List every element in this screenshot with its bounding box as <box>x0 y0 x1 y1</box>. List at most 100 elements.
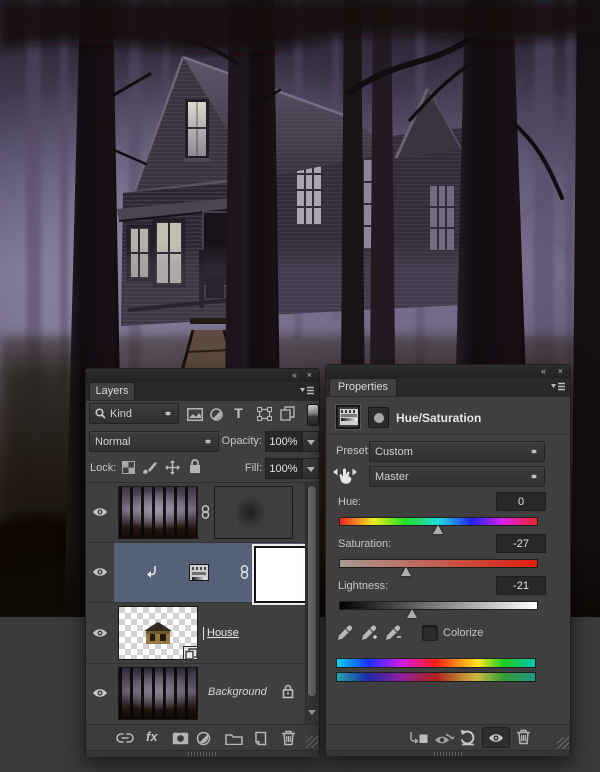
layer-row-house[interactable]: House <box>86 603 305 664</box>
lock-transparency-icon[interactable] <box>122 461 135 474</box>
photoshop-workspace: « × Layers Kind T Normal Opacity: 100% L… <box>0 0 600 772</box>
lightness-slider-track[interactable] <box>339 601 538 610</box>
collapse-panel-icon[interactable]: « <box>541 366 546 377</box>
filter-shape-layers-icon[interactable] <box>257 407 272 421</box>
opacity-dropdown-arrow[interactable] <box>302 431 319 452</box>
visibility-button-pressed[interactable] <box>482 727 510 748</box>
visibility-eye-icon[interactable] <box>92 627 108 639</box>
fill-input[interactable]: 100% <box>265 458 302 479</box>
search-icon <box>95 408 106 419</box>
layer-style-fx-icon[interactable]: fx <box>146 729 158 744</box>
filter-pixel-layers-icon[interactable] <box>187 408 203 421</box>
layers-panel-titlebar[interactable]: « × <box>86 369 319 382</box>
opacity-input[interactable]: 100% <box>265 431 302 452</box>
saturation-value: -27 <box>513 537 529 550</box>
lightness-value: -21 <box>513 579 529 592</box>
layer-row-adjustment-mask[interactable] <box>86 483 305 543</box>
clip-to-layer-icon[interactable] <box>408 731 428 746</box>
colorize-checkbox[interactable] <box>422 625 438 641</box>
layer-name-background[interactable]: Background <box>208 686 267 698</box>
scrollbar-thumb[interactable] <box>307 485 317 697</box>
saturation-slider-marker[interactable] <box>401 562 411 576</box>
hue-saturation-adjustment-thumbnail[interactable] <box>189 564 209 581</box>
layer-name-house[interactable]: House <box>207 627 239 639</box>
scrollbar-down-arrow[interactable] <box>308 710 316 719</box>
layer-thumbnail[interactable] <box>118 486 198 539</box>
reset-adjustment-icon[interactable] <box>459 729 477 746</box>
smart-object-badge <box>183 646 198 660</box>
layer-row-hue-saturation-selected[interactable] <box>86 543 308 603</box>
divider-highlight <box>326 435 570 436</box>
mask-icon-button[interactable] <box>368 407 389 428</box>
add-adjustment-layer-icon[interactable] <box>196 731 211 746</box>
panel-menu-icon[interactable] <box>300 386 315 396</box>
lightness-slider-marker[interactable] <box>407 604 417 618</box>
close-panel-icon[interactable]: × <box>558 366 563 377</box>
preset-label: Preset: <box>336 445 371 457</box>
eyedropper-subtract-icon[interactable] <box>384 623 402 641</box>
adjustment-mask-thumbnail-selected[interactable] <box>254 546 308 603</box>
hue-label: Hue: <box>338 496 362 508</box>
hue-spectrum-after <box>336 672 536 682</box>
filter-kind-label: Kind <box>110 407 133 420</box>
delete-adjustment-trash-icon[interactable] <box>516 729 531 745</box>
tab-layers[interactable]: Layers <box>89 382 135 400</box>
filter-toggle-switch[interactable] <box>307 404 319 426</box>
layer-thumbnail-background[interactable] <box>118 667 198 720</box>
filter-adjustment-layers-icon[interactable] <box>210 408 223 421</box>
targeted-adjustment-hand-icon[interactable] <box>333 464 357 486</box>
channel-dropdown[interactable]: Master <box>369 466 545 487</box>
layers-scrollbar[interactable] <box>305 483 319 724</box>
blend-mode-dropdown[interactable]: Normal <box>89 431 219 452</box>
hue-value: 0 <box>517 495 525 508</box>
tab-properties[interactable]: Properties <box>329 378 397 396</box>
adjustment-title: Hue/Saturation <box>396 411 482 425</box>
filter-type-layers-icon[interactable]: T <box>232 405 245 421</box>
visibility-eye-icon[interactable] <box>92 687 108 699</box>
visibility-eye-icon[interactable] <box>92 566 108 578</box>
panel-menu-icon[interactable] <box>551 382 566 392</box>
hue-input[interactable]: 0 <box>496 492 546 511</box>
lightness-input[interactable]: -21 <box>496 576 546 595</box>
new-layer-icon[interactable] <box>252 731 267 746</box>
properties-panel-titlebar[interactable]: « × <box>326 365 570 378</box>
lock-pixels-brush-icon[interactable] <box>141 459 158 475</box>
new-group-folder-icon[interactable] <box>225 732 243 745</box>
drag-handle[interactable] <box>188 752 216 756</box>
preset-value: Custom <box>375 445 413 458</box>
properties-tabbar: Properties <box>326 378 570 397</box>
filter-kind-dropdown[interactable]: Kind <box>89 403 179 424</box>
dropdown-arrows-icon <box>530 446 539 457</box>
adjustment-icon-button[interactable] <box>335 404 361 430</box>
eyedropper-add-icon[interactable] <box>360 623 378 641</box>
collapse-panel-icon[interactable]: « <box>292 370 297 381</box>
close-panel-icon[interactable]: × <box>307 370 312 381</box>
layer-thumbnail-house[interactable] <box>118 606 198 660</box>
layer-row-background[interactable]: Background <box>86 664 305 724</box>
saturation-slider-track[interactable] <box>339 559 538 568</box>
lock-position-move-icon[interactable] <box>165 460 180 475</box>
link-layers-icon[interactable] <box>116 732 134 744</box>
fill-dropdown-arrow[interactable] <box>302 458 319 479</box>
preset-dropdown[interactable]: Custom <box>369 441 545 462</box>
filter-smart-objects-icon[interactable] <box>280 406 295 421</box>
panel-resize-grip[interactable] <box>306 736 318 748</box>
panel-resize-grip[interactable] <box>557 737 569 749</box>
mask-link-icon[interactable] <box>201 505 210 519</box>
hue-slider-marker[interactable] <box>433 520 443 534</box>
lock-all-padlock-icon[interactable] <box>189 459 201 474</box>
panel-drag-strip[interactable] <box>86 750 319 757</box>
eyedropper-sample-icon[interactable] <box>336 623 354 641</box>
saturation-input[interactable]: -27 <box>496 534 546 553</box>
mask-link-icon[interactable] <box>240 565 249 579</box>
add-layer-mask-icon[interactable] <box>172 732 189 745</box>
view-previous-state-icon[interactable] <box>433 731 455 746</box>
channel-value: Master <box>375 470 409 483</box>
layer-mask-thumbnail[interactable] <box>214 486 293 539</box>
layers-tabbar: Layers <box>86 382 319 401</box>
dropdown-arrows-icon <box>204 436 213 447</box>
panel-drag-strip[interactable] <box>326 750 570 756</box>
drag-handle[interactable] <box>434 752 462 756</box>
visibility-eye-icon[interactable] <box>92 506 108 518</box>
delete-layer-trash-icon[interactable] <box>281 730 296 746</box>
